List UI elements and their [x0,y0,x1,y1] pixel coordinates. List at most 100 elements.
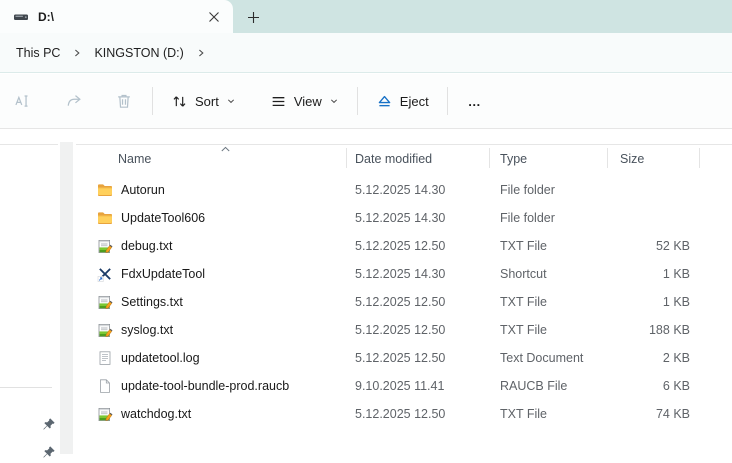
table-row-updatetool.log[interactable]: updatetool.log 5.12.2025 12.50 Text Docu… [84,344,732,372]
txt-icon [97,294,113,310]
eject-label: Eject [399,93,429,109]
tab-drive-d[interactable]: D:\ [0,0,233,33]
file-type: RAUCB File [500,379,568,393]
file-type: TXT File [500,239,547,253]
column-header-name[interactable]: Name [84,145,347,172]
file-name: debug.txt [121,239,173,253]
drive-icon [13,9,29,25]
txt-icon [97,406,113,422]
date-modified: 5.12.2025 14.30 [355,211,446,225]
column-divider[interactable] [489,148,490,168]
file-type: TXT File [500,295,547,309]
column-divider[interactable] [346,148,347,168]
file-type: File folder [500,183,555,197]
table-row-FdxUpdateTool[interactable]: FdxUpdateTool 5.12.2025 14.30 Shortcut 1… [84,260,732,288]
file-name: Autorun [121,183,165,197]
eject-button[interactable]: Eject [366,83,439,119]
rename-icon[interactable] [2,83,42,119]
chevron-down-icon [226,96,236,106]
sort-icon [171,93,188,110]
chevron-down-icon [329,96,339,106]
table-row-update-tool-bundle-prod.raucb[interactable]: update-tool-bundle-prod.raucb 9.10.2025 … [84,372,732,400]
content-area: Name Date modified Type Size Autorun 5.1… [0,130,732,463]
date-modified: 5.12.2025 14.30 [355,267,446,281]
list-header: Name Date modified Type Size [84,145,732,172]
sort-ascending-icon [220,140,231,158]
close-icon[interactable] [203,6,225,28]
pin-icon [42,417,56,431]
chevron-right-icon[interactable] [72,48,82,58]
column-divider[interactable] [699,148,700,168]
file-name: UpdateTool606 [121,211,206,225]
ellipsis-icon: … [467,93,482,109]
chevron-right-icon[interactable] [196,48,206,58]
file-rows: Autorun 5.12.2025 14.30 File folder Upda… [84,176,732,428]
navigation-pane [0,130,76,463]
file-name: FdxUpdateTool [121,267,206,281]
toolbar-divider [356,87,358,115]
file-name: update-tool-bundle-prod.raucb [121,379,290,393]
breadcrumb: This PC KINGSTON (D:) [14,33,216,73]
trash-icon[interactable] [104,83,144,119]
breadcrumb-kingston-d[interactable]: KINGSTON (D:) [92,42,185,64]
folder-icon [97,210,113,226]
table-row-UpdateTool606[interactable]: UpdateTool606 5.12.2025 14.30 File folde… [84,204,732,232]
date-modified: 5.12.2025 12.50 [355,351,446,365]
file-size: 74 KB [655,407,690,421]
eject-icon [376,93,393,110]
divider [0,144,58,145]
date-modified: 5.12.2025 12.50 [355,295,446,309]
file-type: TXT File [500,323,547,337]
file-type: File folder [500,211,555,225]
raucb-icon [97,378,113,394]
file-size: 6 KB [662,379,690,393]
table-row-Autorun[interactable]: Autorun 5.12.2025 14.30 File folder [84,176,732,204]
file-name: watchdog.txt [121,407,192,421]
view-icon [270,93,287,110]
file-name: Settings.txt [121,295,183,309]
file-type: Shortcut [500,267,547,281]
file-name: syslog.txt [121,323,174,337]
command-toolbar: Sort View Eject … [0,74,732,129]
date-modified: 5.12.2025 12.50 [355,323,446,337]
file-explorer-window: D:\ This PC KINGSTON (D:) Sort View Ejec… [0,0,732,463]
view-button[interactable]: View [260,83,349,119]
file-size: 52 KB [655,239,690,253]
txt-icon [97,238,113,254]
column-header-size[interactable]: Size [608,145,700,172]
pin-icon [42,445,56,459]
column-header-date-modified[interactable]: Date modified [347,145,490,172]
file-size: 1 KB [662,267,690,281]
share-icon[interactable] [54,83,94,119]
file-size: 188 KB [648,323,690,337]
toolbar-divider [152,87,153,115]
file-type: Text Document [500,351,584,365]
file-size: 2 KB [662,351,690,365]
txt-icon [97,322,113,338]
table-row-Settings.txt[interactable]: Settings.txt 5.12.2025 12.50 TXT File 1 … [84,288,732,316]
sort-button[interactable]: Sort [161,83,246,119]
table-row-syslog.txt[interactable]: syslog.txt 5.12.2025 12.50 TXT File 188 … [84,316,732,344]
address-bar: This PC KINGSTON (D:) [0,33,732,73]
file-name: updatetool.log [121,351,200,365]
divider [0,387,52,388]
table-row-watchdog.txt[interactable]: watchdog.txt 5.12.2025 12.50 TXT File 74… [84,400,732,428]
date-modified: 5.12.2025 12.50 [355,239,446,253]
view-label: View [293,93,322,109]
nav-scrollbar[interactable] [60,142,73,454]
toolbar-divider [446,87,448,115]
file-list: Name Date modified Type Size Autorun 5.1… [84,145,732,428]
date-modified: 5.12.2025 14.30 [355,183,446,197]
plus-icon[interactable] [240,4,266,30]
tab-title: D:\ [38,9,54,24]
folder-icon [97,182,113,198]
column-header-type[interactable]: Type [490,145,608,172]
file-type: TXT File [500,407,547,421]
shortcut-icon [97,266,113,282]
log-icon [97,350,113,366]
column-divider[interactable] [607,148,608,168]
breadcrumb-this-pc[interactable]: This PC [14,42,62,64]
date-modified: 5.12.2025 12.50 [355,407,446,421]
table-row-debug.txt[interactable]: debug.txt 5.12.2025 12.50 TXT File 52 KB [84,232,732,260]
see-more-button[interactable]: … [456,83,494,119]
